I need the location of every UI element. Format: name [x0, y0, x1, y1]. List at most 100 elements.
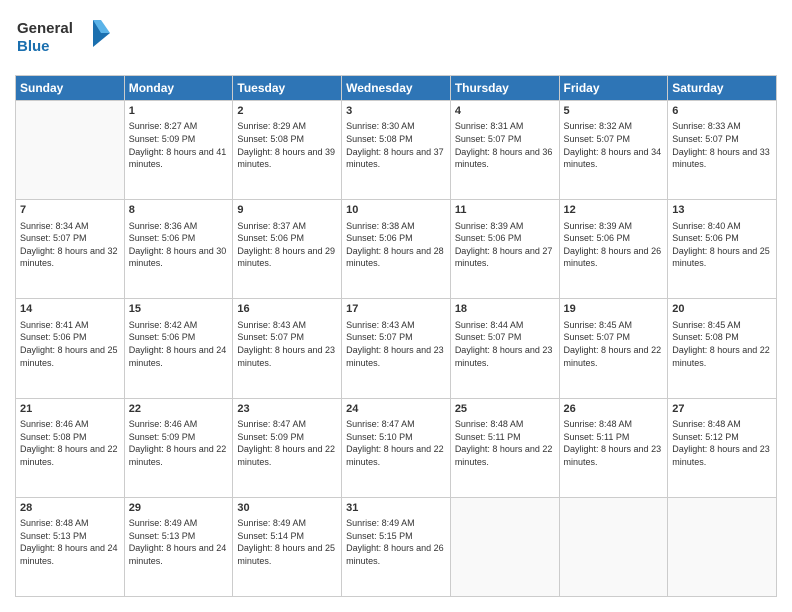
day-info: Sunrise: 8:32 AMSunset: 5:07 PMDaylight:…	[564, 120, 664, 170]
calendar-cell	[450, 497, 559, 596]
day-info: Sunrise: 8:29 AMSunset: 5:08 PMDaylight:…	[237, 120, 337, 170]
calendar-cell: 4Sunrise: 8:31 AMSunset: 5:07 PMDaylight…	[450, 101, 559, 200]
calendar-cell: 19 Sunrise: 8:45 AMSunset: 5:07 PMDayligh…	[559, 299, 668, 398]
calendar-week-5: 28Sunrise: 8:48 AMSunset: 5:13 PMDayligh…	[16, 497, 777, 596]
day-number: 20	[672, 302, 772, 317]
calendar-cell: 15 Sunrise: 8:42 AMSunset: 5:06 PMDayligh…	[124, 299, 233, 398]
weekday-monday: Monday	[124, 76, 233, 101]
day-info: Sunrise: 8:49 AMSunset: 5:15 PMDaylight:…	[346, 517, 446, 567]
day-number: 22	[129, 402, 229, 417]
day-info: Sunrise: 8:45 AMSunset: 5:07 PMDaylight:…	[564, 319, 664, 369]
day-number: 23	[237, 402, 337, 417]
calendar-cell: 20 Sunrise: 8:45 AMSunset: 5:08 PMDayligh…	[668, 299, 777, 398]
calendar-cell: 17Sunrise: 8:43 AMSunset: 5:07 PMDayligh…	[342, 299, 451, 398]
calendar-cell	[559, 497, 668, 596]
calendar-cell: 21Sunrise: 8:46 AMSunset: 5:08 PMDayligh…	[16, 398, 125, 497]
day-number: 12	[564, 203, 664, 218]
weekday-tuesday: Tuesday	[233, 76, 342, 101]
day-number: 4	[455, 104, 555, 119]
day-number: 8	[129, 203, 229, 218]
day-number: 26	[564, 402, 664, 417]
logo: General Blue	[15, 15, 115, 65]
day-number: 13	[672, 203, 772, 218]
day-info: Sunrise: 8:47 AMSunset: 5:09 PMDaylight:…	[237, 418, 337, 468]
day-info: Sunrise: 8:47 AMSunset: 5:10 PMDaylight:…	[346, 418, 446, 468]
day-number: 24	[346, 402, 446, 417]
svg-text:Blue: Blue	[17, 38, 50, 55]
svg-text:General: General	[17, 20, 73, 37]
calendar-cell: 22Sunrise: 8:46 AMSunset: 5:09 PMDayligh…	[124, 398, 233, 497]
weekday-saturday: Saturday	[668, 76, 777, 101]
day-number: 29	[129, 501, 229, 516]
logo-text: General Blue	[15, 15, 115, 65]
calendar-cell: 24Sunrise: 8:47 AMSunset: 5:10 PMDayligh…	[342, 398, 451, 497]
calendar-week-4: 21Sunrise: 8:46 AMSunset: 5:08 PMDayligh…	[16, 398, 777, 497]
day-info: Sunrise: 8:37 AMSunset: 5:06 PMDaylight:…	[237, 220, 337, 270]
day-number: 27	[672, 402, 772, 417]
day-info: Sunrise: 8:36 AMSunset: 5:06 PMDaylight:…	[129, 220, 229, 270]
day-number: 5	[564, 104, 664, 119]
calendar-cell: 9 Sunrise: 8:37 AMSunset: 5:06 PMDaylight…	[233, 200, 342, 299]
day-info: Sunrise: 8:30 AMSunset: 5:08 PMDaylight:…	[346, 120, 446, 170]
day-info: Sunrise: 8:48 AMSunset: 5:11 PMDaylight:…	[455, 418, 555, 468]
calendar-cell: 28Sunrise: 8:48 AMSunset: 5:13 PMDayligh…	[16, 497, 125, 596]
calendar-cell: 8 Sunrise: 8:36 AMSunset: 5:06 PMDaylight…	[124, 200, 233, 299]
calendar-cell: 14Sunrise: 8:41 AMSunset: 5:06 PMDayligh…	[16, 299, 125, 398]
day-info: Sunrise: 8:43 AMSunset: 5:07 PMDaylight:…	[237, 319, 337, 369]
calendar-cell: 30Sunrise: 8:49 AMSunset: 5:14 PMDayligh…	[233, 497, 342, 596]
day-number: 9	[237, 203, 337, 218]
calendar-cell: 16 Sunrise: 8:43 AMSunset: 5:07 PMDayligh…	[233, 299, 342, 398]
day-info: Sunrise: 8:31 AMSunset: 5:07 PMDaylight:…	[455, 120, 555, 170]
weekday-thursday: Thursday	[450, 76, 559, 101]
calendar-week-1: 1Sunrise: 8:27 AMSunset: 5:09 PMDaylight…	[16, 101, 777, 200]
day-info: Sunrise: 8:44 AMSunset: 5:07 PMDaylight:…	[455, 319, 555, 369]
day-number: 15	[129, 302, 229, 317]
calendar-table: SundayMondayTuesdayWednesdayThursdayFrid…	[15, 75, 777, 597]
calendar-cell	[16, 101, 125, 200]
day-info: Sunrise: 8:49 AMSunset: 5:14 PMDaylight:…	[237, 517, 337, 567]
day-number: 6	[672, 104, 772, 119]
calendar-cell: 11Sunrise: 8:39 AMSunset: 5:06 PMDayligh…	[450, 200, 559, 299]
weekday-wednesday: Wednesday	[342, 76, 451, 101]
day-info: Sunrise: 8:48 AMSunset: 5:13 PMDaylight:…	[20, 517, 120, 567]
calendar-cell: 2Sunrise: 8:29 AMSunset: 5:08 PMDaylight…	[233, 101, 342, 200]
calendar-cell: 26Sunrise: 8:48 AMSunset: 5:11 PMDayligh…	[559, 398, 668, 497]
day-info: Sunrise: 8:49 AMSunset: 5:13 PMDaylight:…	[129, 517, 229, 567]
calendar-cell: 31Sunrise: 8:49 AMSunset: 5:15 PMDayligh…	[342, 497, 451, 596]
day-number: 1	[129, 104, 229, 119]
day-info: Sunrise: 8:45 AMSunset: 5:08 PMDaylight:…	[672, 319, 772, 369]
day-number: 16	[237, 302, 337, 317]
weekday-header-row: SundayMondayTuesdayWednesdayThursdayFrid…	[16, 76, 777, 101]
day-number: 14	[20, 302, 120, 317]
day-info: Sunrise: 8:46 AMSunset: 5:09 PMDaylight:…	[129, 418, 229, 468]
calendar-cell: 27Sunrise: 8:48 AMSunset: 5:12 PMDayligh…	[668, 398, 777, 497]
day-info: Sunrise: 8:42 AMSunset: 5:06 PMDaylight:…	[129, 319, 229, 369]
day-info: Sunrise: 8:39 AMSunset: 5:06 PMDaylight:…	[564, 220, 664, 270]
weekday-sunday: Sunday	[16, 76, 125, 101]
calendar-cell	[668, 497, 777, 596]
day-number: 2	[237, 104, 337, 119]
day-info: Sunrise: 8:48 AMSunset: 5:12 PMDaylight:…	[672, 418, 772, 468]
day-number: 11	[455, 203, 555, 218]
calendar-cell: 18 Sunrise: 8:44 AMSunset: 5:07 PMDayligh…	[450, 299, 559, 398]
day-info: Sunrise: 8:33 AMSunset: 5:07 PMDaylight:…	[672, 120, 772, 170]
calendar-cell: 13Sunrise: 8:40 AMSunset: 5:06 PMDayligh…	[668, 200, 777, 299]
day-number: 10	[346, 203, 446, 218]
day-info: Sunrise: 8:38 AMSunset: 5:06 PMDaylight:…	[346, 220, 446, 270]
calendar-cell: 7 Sunrise: 8:34 AMSunset: 5:07 PMDaylight…	[16, 200, 125, 299]
day-number: 25	[455, 402, 555, 417]
day-info: Sunrise: 8:48 AMSunset: 5:11 PMDaylight:…	[564, 418, 664, 468]
day-number: 31	[346, 501, 446, 516]
calendar-cell: 23Sunrise: 8:47 AMSunset: 5:09 PMDayligh…	[233, 398, 342, 497]
calendar-body: 1Sunrise: 8:27 AMSunset: 5:09 PMDaylight…	[16, 101, 777, 597]
calendar-cell: 25Sunrise: 8:48 AMSunset: 5:11 PMDayligh…	[450, 398, 559, 497]
day-number: 30	[237, 501, 337, 516]
day-number: 18	[455, 302, 555, 317]
day-info: Sunrise: 8:27 AMSunset: 5:09 PMDaylight:…	[129, 120, 229, 170]
day-info: Sunrise: 8:34 AMSunset: 5:07 PMDaylight:…	[20, 220, 120, 270]
calendar-cell: 29Sunrise: 8:49 AMSunset: 5:13 PMDayligh…	[124, 497, 233, 596]
day-number: 19	[564, 302, 664, 317]
day-number: 17	[346, 302, 446, 317]
day-number: 7	[20, 203, 120, 218]
calendar-cell: 6Sunrise: 8:33 AMSunset: 5:07 PMDaylight…	[668, 101, 777, 200]
